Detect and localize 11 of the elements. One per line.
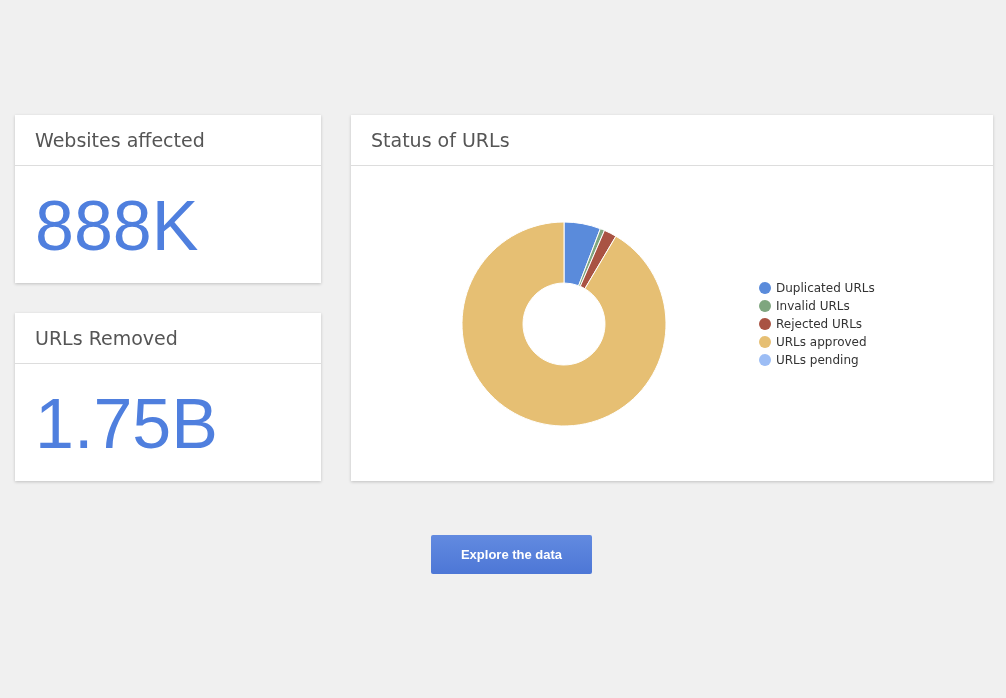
explore-button[interactable]: Explore the data: [431, 535, 592, 574]
legend-label: Rejected URLs: [776, 316, 863, 331]
legend-label: Invalid URLs: [776, 298, 850, 313]
legend-label: URLs pending: [776, 352, 859, 367]
card-title: Status of URLs: [371, 129, 510, 151]
legend-label: URLs approved: [776, 334, 867, 349]
card-title: Websites affected: [35, 129, 205, 151]
legend-label: Duplicated URLs: [776, 280, 875, 295]
card-title: URLs Removed: [35, 327, 178, 349]
stat-value: 1.75B: [34, 384, 219, 465]
stat-value: 888K: [34, 186, 200, 267]
